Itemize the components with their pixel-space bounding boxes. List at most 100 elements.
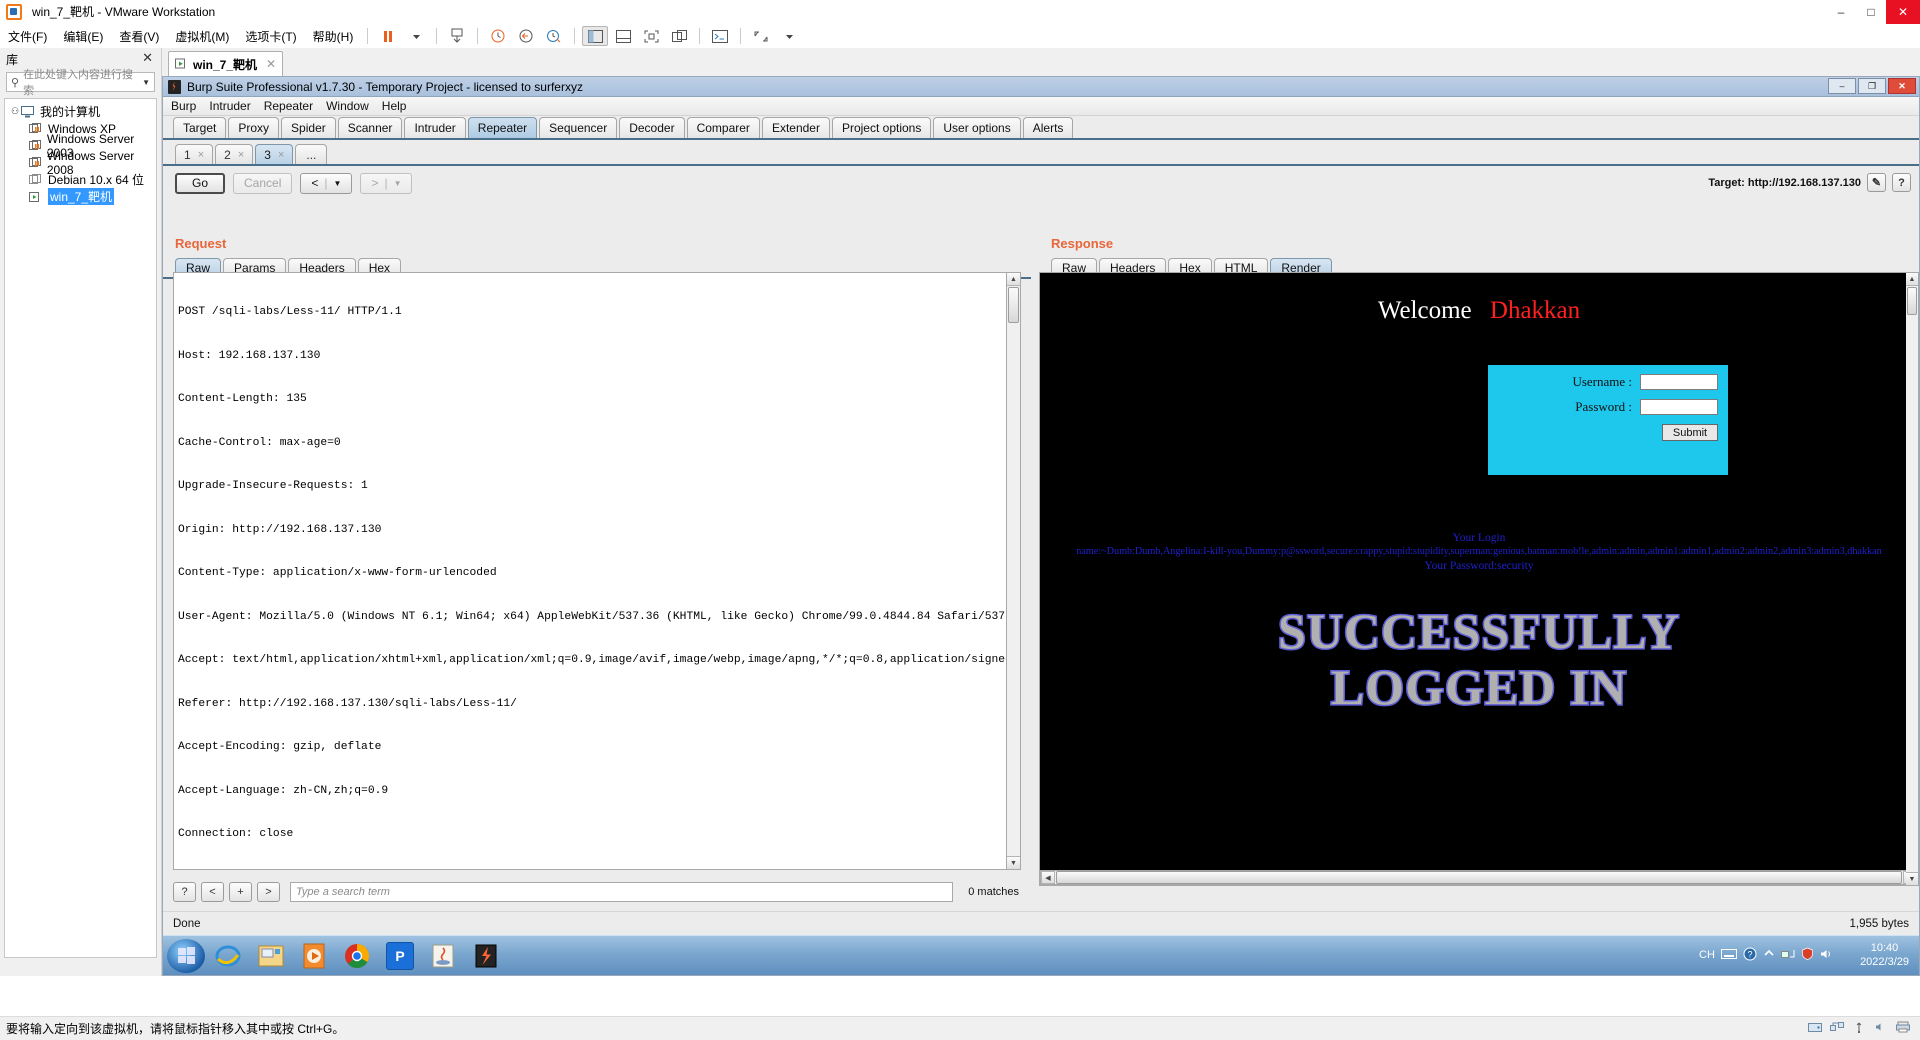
manage-snapshots-icon[interactable] [541, 26, 567, 46]
clock[interactable]: 10:40 2022/3/29 [1860, 941, 1909, 969]
tree-root-my-computer[interactable]: ⚇ 我的计算机 [5, 103, 156, 120]
close-icon[interactable]: ✕ [266, 57, 276, 71]
scroll-down-icon[interactable]: ▼ [1007, 856, 1020, 869]
burp-window-controls[interactable]: – ❐ ✕ [1828, 78, 1916, 94]
chevron-down-icon[interactable] [403, 26, 429, 46]
tab-intruder[interactable]: Intruder [404, 117, 466, 138]
menu-edit[interactable]: 编辑(E) [55, 26, 111, 47]
response-vertical-scrollbar[interactable]: ▲ ▼ [1906, 272, 1919, 886]
chrome-icon[interactable] [337, 939, 377, 973]
search-input[interactable]: Type a search term [290, 882, 954, 902]
network-icon[interactable] [1780, 948, 1795, 963]
network-adapter-icon[interactable] [1830, 1021, 1844, 1036]
scroll-up-icon[interactable]: ▲ [1906, 273, 1918, 286]
response-render-view[interactable]: Welcome Dhakkan Username : Password : Su… [1039, 272, 1919, 886]
show-library-icon[interactable] [582, 26, 609, 46]
search-next-button[interactable]: > [257, 882, 280, 902]
tab-proxy[interactable]: Proxy [228, 117, 280, 138]
hard-disk-icon[interactable] [1808, 1021, 1822, 1036]
tab-target[interactable]: Target [173, 117, 227, 138]
burp-close-button[interactable]: ✕ [1888, 78, 1916, 94]
menu-help[interactable]: 帮助(H) [305, 26, 362, 47]
close-button[interactable]: ✕ [1886, 0, 1920, 24]
vm-tab-win7[interactable]: win_7_靶机 ✕ [168, 51, 284, 76]
security-icon[interactable] [1801, 947, 1814, 963]
menu-tabs[interactable]: 选项卡(T) [237, 26, 304, 47]
tab-repeater[interactable]: Repeater [467, 117, 538, 138]
scroll-up-icon[interactable]: ▲ [1007, 273, 1020, 286]
usb-icon[interactable] [1852, 1021, 1866, 1036]
snapshot-manager-icon[interactable] [485, 26, 511, 46]
burp-menu-help[interactable]: Help [382, 99, 407, 113]
close-icon[interactable]: × [198, 149, 204, 161]
search-add-button[interactable]: + [229, 882, 252, 902]
show-hidden-icons-icon[interactable] [1763, 948, 1775, 963]
library-search-input[interactable]: ⚲ 在此处键入内容进行搜索 ▼ [6, 69, 155, 97]
input-method-indicator[interactable]: CH [1699, 949, 1715, 961]
vm-item-debian[interactable]: Debian 10.x 64 位 [5, 171, 156, 188]
menu-vm[interactable]: 虚拟机(M) [167, 26, 237, 47]
repeater-tab-2[interactable]: 2 × [215, 144, 254, 164]
tab-extender[interactable]: Extender [761, 117, 830, 138]
java-icon[interactable] [423, 939, 463, 973]
repeater-tab-3[interactable]: 3 × [255, 144, 294, 164]
show-console-icon[interactable] [610, 26, 636, 46]
scrollbar-thumb[interactable] [1907, 287, 1917, 315]
request-vertical-scrollbar[interactable]: ▲ ▼ [1007, 272, 1021, 870]
help-icon[interactable]: ? [1892, 173, 1911, 192]
phpstudy-icon[interactable]: P [380, 939, 420, 973]
menu-view[interactable]: 查看(V) [111, 26, 167, 47]
burp-menu-repeater[interactable]: Repeater [264, 99, 313, 113]
tab-sequencer[interactable]: Sequencer [539, 117, 618, 138]
render-horizontal-scrollbar[interactable]: ◀ ▶ [1040, 870, 1918, 885]
repeater-tab-add[interactable]: ... [295, 144, 328, 164]
revert-snapshot-icon[interactable] [513, 26, 539, 46]
explorer-icon[interactable] [251, 939, 291, 973]
burp-minimize-button[interactable]: – [1828, 78, 1856, 94]
burp-menu-window[interactable]: Window [326, 99, 369, 113]
scroll-left-icon[interactable]: ◀ [1041, 871, 1055, 884]
render-submit-button[interactable]: Submit [1662, 424, 1718, 441]
internet-explorer-icon[interactable] [208, 939, 248, 973]
chevron-down-icon[interactable]: ▼ [142, 78, 150, 87]
close-icon[interactable]: × [278, 149, 284, 161]
tab-project-options[interactable]: Project options [831, 117, 932, 138]
tab-scanner[interactable]: Scanner [337, 117, 403, 138]
fullscreen-icon[interactable] [638, 26, 664, 46]
keyboard-icon[interactable] [1720, 948, 1737, 963]
unity-mode-icon[interactable] [666, 26, 692, 46]
menu-file[interactable]: 文件(F) [0, 26, 55, 47]
vmware-window-controls[interactable]: – □ ✕ [1826, 0, 1920, 24]
search-help-button[interactable]: ? [173, 882, 196, 902]
burpsuite-taskbar-icon[interactable] [466, 939, 506, 973]
tab-comparer[interactable]: Comparer [686, 117, 760, 138]
search-prev-button[interactable]: < [201, 882, 224, 902]
sound-card-icon[interactable] [1874, 1021, 1888, 1036]
vm-item-win7-target[interactable]: win_7_靶机 [5, 188, 156, 205]
console-view-icon[interactable] [707, 26, 733, 46]
start-button-icon[interactable] [167, 938, 205, 973]
snapshot-icon[interactable] [444, 26, 470, 46]
back-button[interactable]: < | ▼ [300, 172, 353, 194]
burp-menu-intruder[interactable]: Intruder [209, 99, 250, 113]
maximize-button[interactable]: □ [1856, 0, 1886, 24]
close-icon[interactable]: × [238, 149, 244, 161]
minimize-button[interactable]: – [1826, 0, 1856, 24]
go-button[interactable]: Go [175, 172, 225, 194]
vm-item-windows-server-2008[interactable]: Windows Server 2008 [5, 149, 156, 177]
scrollbar-thumb[interactable] [1056, 871, 1902, 884]
render-username-input[interactable] [1640, 374, 1718, 390]
scrollbar-thumb[interactable] [1008, 287, 1019, 323]
tab-alerts[interactable]: Alerts [1022, 117, 1074, 138]
repeater-tab-1[interactable]: 1 × [175, 144, 214, 164]
edit-target-icon[interactable]: ✎ [1867, 173, 1886, 192]
tab-decoder[interactable]: Decoder [619, 117, 685, 138]
burp-menu-burp[interactable]: Burp [171, 99, 196, 113]
tab-user-options[interactable]: User options [933, 117, 1021, 138]
tab-spider[interactable]: Spider [281, 117, 336, 138]
printer-icon[interactable] [1896, 1021, 1910, 1036]
expand-toggle-icon[interactable]: ⚇ [11, 106, 21, 117]
stretch-guest-icon[interactable] [748, 26, 774, 46]
media-player-icon[interactable] [294, 939, 334, 973]
scroll-down-icon[interactable]: ▼ [1906, 872, 1918, 885]
